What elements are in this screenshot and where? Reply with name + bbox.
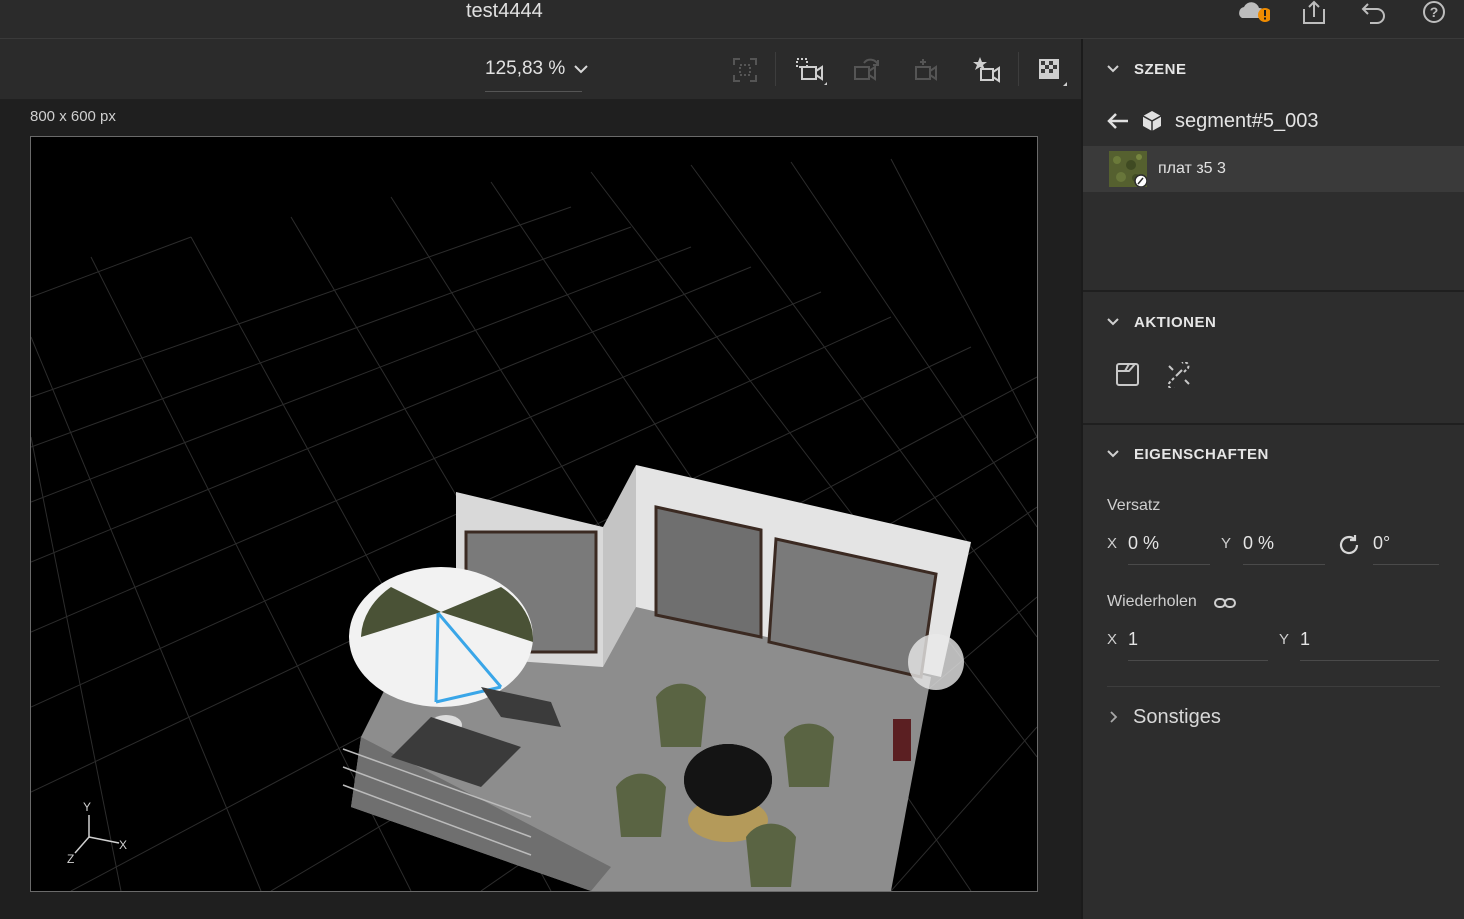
render-preview-icon[interactable] [1036,55,1067,86]
chevron-down-icon [1107,318,1119,326]
svg-text:?: ? [1430,4,1439,20]
axis-y-label: Y [83,800,91,814]
edit-material-icon[interactable] [1115,362,1141,393]
offset-y-label: Y [1221,535,1232,552]
rotation-field[interactable]: 0° [1373,533,1433,554]
3d-viewport[interactable]: Y X Z [30,136,1038,892]
section-divider [1107,686,1440,687]
undo-icon[interactable] [1360,0,1388,26]
offset-x-label: X [1107,535,1118,552]
misc-expand-toggle[interactable] [1106,710,1120,729]
help-icon[interactable]: ? [1420,0,1448,26]
patio-model[interactable] [342,465,971,891]
material-thumbnail [1109,151,1148,188]
chevron-down-icon [1107,65,1119,73]
repeat-label: Wiederholen [1107,593,1197,610]
properties-section-title: EIGENSCHAFTEN [1134,446,1269,463]
field-underline [1373,564,1439,565]
field-underline [1243,564,1325,565]
misc-section-title: Sonstiges [1133,706,1221,728]
chevron-down-icon [1107,450,1119,458]
scene-section-title: SZENE [1134,61,1187,78]
document-title: test4444 [466,0,543,22]
zoom-dropdown[interactable]: 125,83 % [485,58,589,80]
scene-path-label: segment#5_003 [1175,110,1319,132]
offset-x-field[interactable]: 0 % [1128,533,1208,554]
offset-label: Versatz [1107,497,1161,514]
material-row[interactable]: плат з5 3 [1083,146,1464,192]
properties-collapse-toggle[interactable] [1106,447,1120,466]
link-icon[interactable] [1214,596,1236,615]
share-icon[interactable] [1300,0,1328,26]
scene-collapse-toggle[interactable] [1106,62,1120,81]
repeat-x-field[interactable]: 1 [1128,629,1258,650]
repeat-y-label: Y [1279,631,1290,648]
unlink-icon[interactable] [1165,361,1193,393]
model-cube-icon [1142,110,1162,137]
section-divider [1083,423,1464,425]
repeat-x-label: X [1107,631,1118,648]
camera-pan-icon[interactable] [913,55,943,85]
offset-y-field[interactable]: 0 % [1243,533,1323,554]
field-underline [1128,564,1210,565]
frame-select-icon[interactable] [730,55,760,85]
field-underline [1128,660,1268,661]
actions-collapse-toggle[interactable] [1106,315,1120,334]
toolbar-separator [775,52,776,86]
camera-view-icon[interactable] [794,55,827,85]
repeat-y-field[interactable]: 1 [1300,629,1430,650]
back-arrow-icon[interactable] [1106,110,1130,137]
camera-bookmark-icon[interactable] [972,55,1002,85]
cloud-warning-icon[interactable] [1236,0,1272,26]
rotate-icon [1337,533,1361,562]
canvas-size-label: 800 x 600 px [30,108,116,125]
camera-orbit-icon[interactable] [852,55,882,85]
material-name: плат з5 3 [1158,160,1226,177]
axis-z-label: Z [67,852,74,866]
chevron-down-icon [574,65,589,74]
zoom-value: 125,83 % [485,58,566,79]
toolbar-separator [1018,52,1019,86]
chevron-right-icon [1110,711,1118,723]
zoom-underline [485,91,582,92]
axis-x-label: X [119,838,127,852]
field-underline [1300,660,1439,661]
section-divider [1083,290,1464,292]
actions-section-title: AKTIONEN [1134,314,1217,331]
